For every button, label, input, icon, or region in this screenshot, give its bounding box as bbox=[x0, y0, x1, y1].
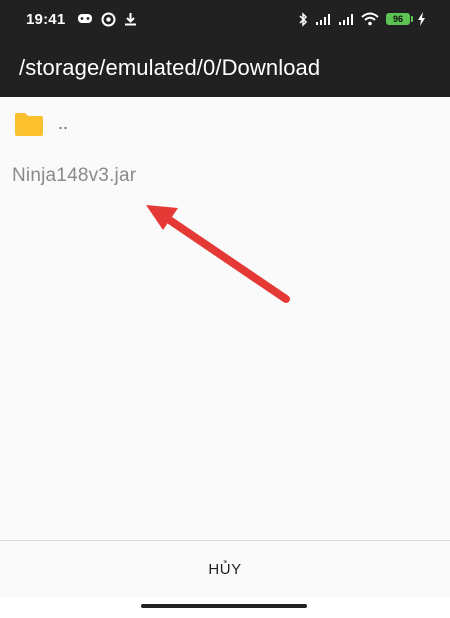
gesture-handle[interactable] bbox=[141, 604, 307, 608]
cancel-button[interactable]: HỦY bbox=[192, 553, 257, 586]
annotation-arrow bbox=[146, 205, 290, 303]
dialog-button-bar: HỦY bbox=[0, 541, 450, 597]
navigation-area bbox=[0, 597, 450, 618]
